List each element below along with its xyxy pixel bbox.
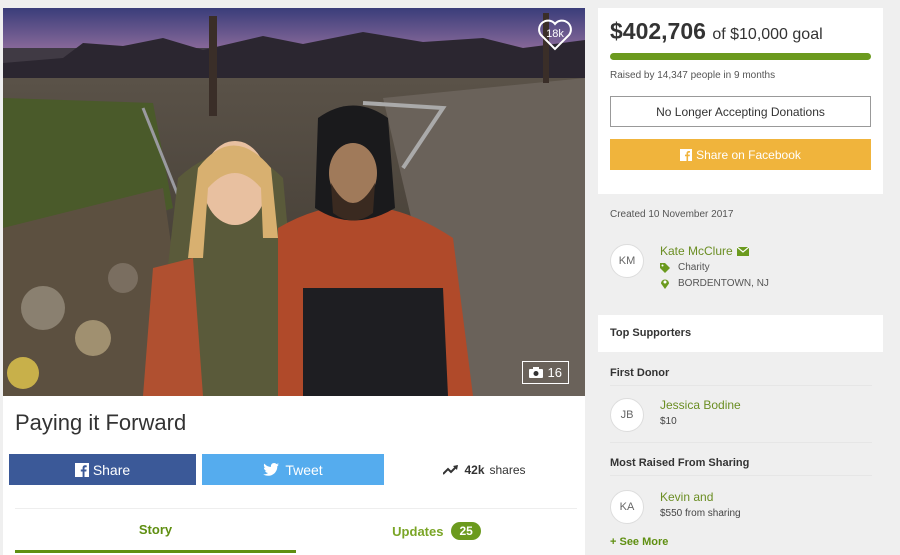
most-raised-name: Kevin and [660, 490, 714, 504]
twitter-tweet-label: Tweet [285, 461, 323, 478]
first-donor-avatar: JB [610, 398, 644, 432]
created-date: Created 10 November 2017 [610, 209, 734, 220]
share-on-facebook-label: Share on Facebook [696, 147, 801, 162]
divider [610, 385, 872, 386]
progress-bar [610, 53, 871, 60]
top-supporters-title: Top Supporters [610, 327, 692, 339]
facebook-share-label: Share [92, 461, 131, 478]
no-longer-accepting-button[interactable]: No Longer Accepting Donations [610, 96, 871, 127]
first-donor-row: JB Jessica Bodine $10 [610, 398, 872, 434]
photo-gallery-button[interactable]: 16 [521, 361, 569, 384]
campaign-title: Paying it Forward [15, 410, 187, 435]
divider [610, 475, 872, 476]
tab-updates-label: Updates [392, 523, 444, 539]
campaign-photo[interactable]: 18k 16 [3, 8, 585, 396]
facebook-icon [74, 462, 89, 477]
heart-count: 18k [546, 28, 564, 40]
goal-text: of $10,000 goal [712, 26, 823, 43]
tag-icon [660, 262, 670, 273]
most-raised-avatar: KA [610, 490, 644, 524]
donation-card: $402,706 of $10,000 goal Raised by 14,34… [598, 8, 883, 194]
location-pin-icon [661, 279, 669, 289]
progress-bar-fill [610, 53, 871, 60]
organizer-location: BORDENTOWN, NJ [660, 278, 769, 289]
updates-count-badge: 25 [451, 522, 481, 540]
tab-story[interactable]: Story [15, 509, 296, 553]
category-label: Charity [678, 262, 710, 273]
top-supporters-header: Top Supporters [598, 315, 883, 352]
organizer-name[interactable]: Kate McClure [660, 244, 733, 258]
share-on-facebook-button[interactable]: Share on Facebook [610, 139, 871, 170]
shares-count: 42k shares [390, 454, 579, 485]
first-donor-amount: $10 [660, 416, 677, 427]
trending-up-icon [443, 464, 459, 475]
most-raised-amount: $550 from sharing [660, 508, 741, 519]
most-raised-row: KA Kevin and $550 from sharing [610, 490, 872, 526]
raised-by-text: Raised by 14,347 people in 9 months [610, 70, 776, 81]
first-donor-name: Jessica Bodine [660, 398, 741, 412]
divider [610, 442, 872, 443]
photo-illustration [3, 8, 585, 396]
shares-label: shares [489, 462, 526, 477]
tab-story-label: Story [138, 522, 173, 537]
location-label: BORDENTOWN, NJ [678, 278, 769, 289]
facebook-icon [680, 148, 693, 161]
organizer-avatar: KM [610, 244, 644, 278]
campaign-tabs: Story Updates 25 [15, 508, 577, 553]
most-raised-heading: Most Raised From Sharing [610, 457, 750, 469]
camera-icon [528, 367, 543, 378]
campaign-main: 18k 16 Paying it Forward Share Tweet 42k… [3, 8, 585, 555]
tab-updates[interactable]: Updates 25 [296, 509, 577, 553]
envelope-icon[interactable] [736, 246, 749, 256]
twitter-tweet-button[interactable]: Tweet [202, 454, 384, 485]
first-donor-heading: First Donor [610, 367, 670, 379]
amount-raised: $402,706 of $10,000 goal [610, 18, 871, 45]
favorite-heart-button[interactable]: 18k [537, 18, 573, 52]
organizer-category: Charity [660, 262, 710, 273]
share-row: Share Tweet 42k shares [9, 454, 579, 485]
photo-count: 16 [547, 365, 562, 380]
facebook-share-button[interactable]: Share [9, 454, 196, 485]
shares-number: 42k [464, 462, 485, 477]
twitter-icon [263, 463, 280, 476]
organizer-name-row: Kate McClure [660, 244, 749, 258]
amount-value: $402,706 [610, 18, 706, 44]
see-more-link[interactable]: + See More [610, 536, 668, 548]
